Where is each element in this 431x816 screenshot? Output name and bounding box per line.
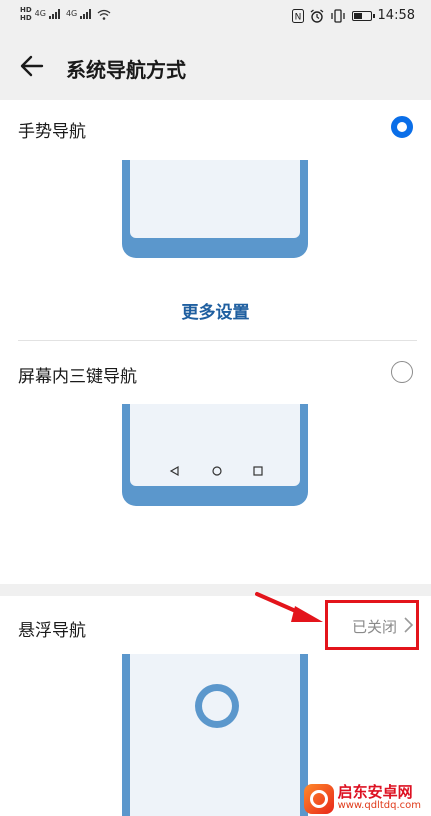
page-title: 系统导航方式 (66, 58, 186, 82)
watermark-url: www.qdltdq.com (337, 800, 421, 811)
annotation-arrow-icon (255, 592, 323, 622)
signal-icon-2 (80, 9, 92, 19)
gesture-nav-radio[interactable] (391, 116, 413, 138)
recents-key-icon (253, 466, 263, 476)
clock: 14:58 (377, 8, 415, 23)
network-type-1: 4G (34, 9, 46, 18)
more-settings-link[interactable]: 更多设置 (0, 298, 431, 323)
watermark-logo-icon (303, 784, 334, 814)
app-bar (0, 38, 431, 100)
home-key-icon (212, 466, 222, 476)
gesture-nav-screen (130, 160, 300, 238)
battery-level (353, 12, 362, 19)
nav-keys (169, 465, 263, 477)
annotation-highlight-box (325, 600, 419, 650)
floating-nav-label[interactable]: 悬浮导航 (18, 616, 86, 641)
three-key-nav-label[interactable]: 屏幕内三键导航 (18, 362, 137, 387)
signal-indicators: HD HD 4G 4G (20, 6, 111, 22)
status-right: N 14:58 (291, 8, 415, 23)
wifi-icon (97, 9, 111, 20)
network-type-2: 4G (65, 9, 78, 18)
svg-text:N: N (294, 12, 301, 22)
battery-icon (351, 10, 375, 21)
vibrate-icon (330, 8, 345, 23)
floating-dock-inner (202, 691, 232, 721)
floating-nav-screen (130, 654, 300, 816)
signal-icon (48, 9, 60, 19)
watermark-title: 启东安卓网 (337, 783, 413, 801)
nfc-icon: N (291, 8, 304, 23)
watermark: 启东安卓网 www.qdltdq.com (303, 783, 421, 814)
divider (18, 340, 417, 341)
back-key-icon (169, 465, 179, 477)
sim-hd-label: HD (20, 6, 32, 14)
three-key-nav-radio[interactable] (391, 361, 413, 383)
sim-hd-label-2: HD (20, 14, 32, 22)
gesture-nav-label[interactable]: 手势导航 (18, 117, 86, 142)
alarm-icon (310, 8, 323, 23)
back-arrow-icon[interactable] (18, 52, 46, 80)
